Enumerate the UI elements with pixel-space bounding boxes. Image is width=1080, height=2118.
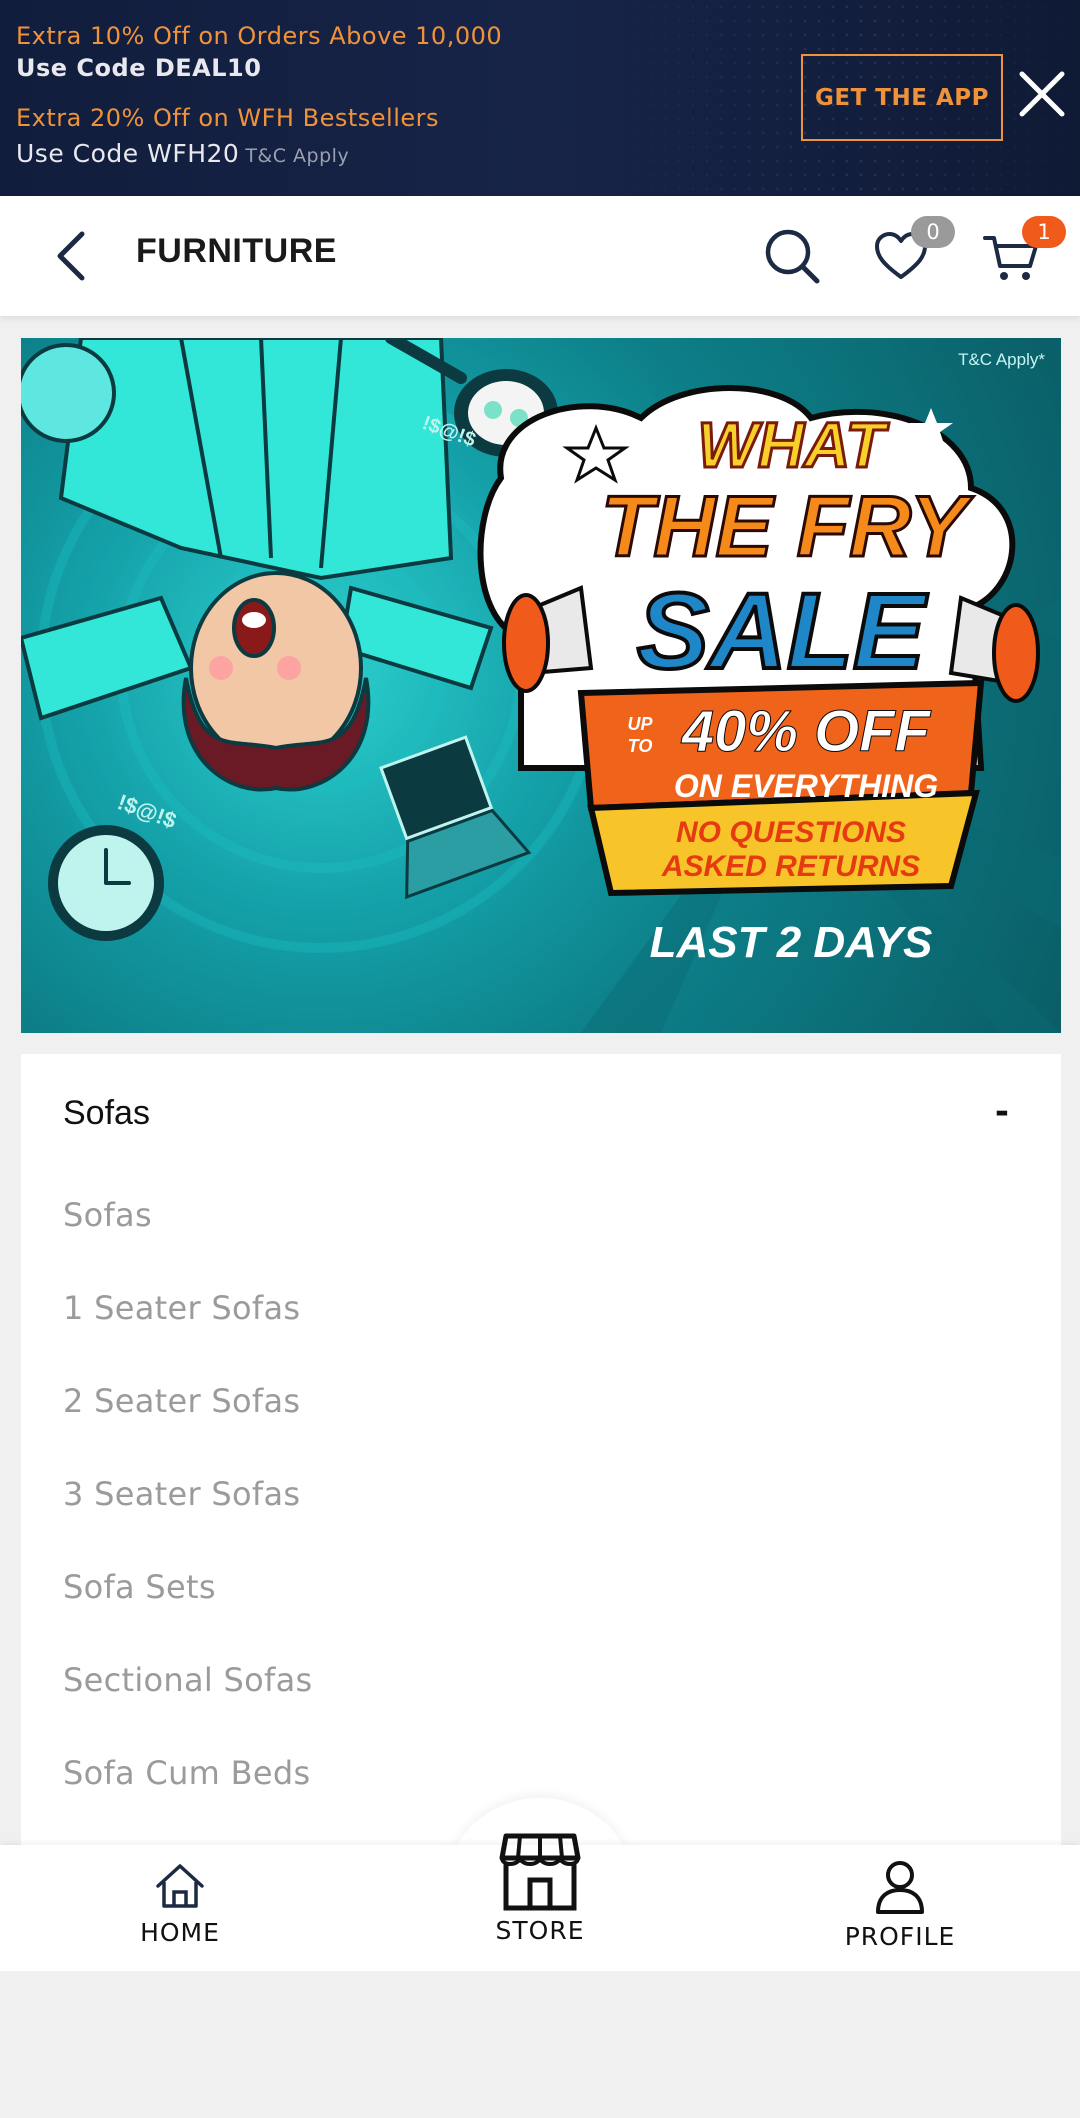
nav-profile-label: PROFILE: [844, 1922, 956, 1951]
promo-offer-1: Extra 10% Off on Orders Above 10,000: [16, 22, 503, 50]
nav-home[interactable]: HOME: [130, 1862, 230, 1947]
profile-icon: [876, 1861, 924, 1914]
promo-offer-2: Extra 20% Off on WFH Bestsellers: [16, 104, 439, 132]
app-header: FURNITURE: [0, 196, 1080, 316]
hero-discount-text: 40% OFF: [681, 699, 931, 765]
hero-tc-text: T&C Apply*: [958, 350, 1045, 369]
category-item[interactable]: 1 Seater Sofas: [63, 1289, 300, 1327]
nav-home-label: HOME: [140, 1918, 220, 1947]
hero-returns-line2: ASKED RETURNS: [661, 850, 921, 883]
sale-hero-banner[interactable]: !$@!$ !$@!$ T&C Apply* WHAT THE FRY SALE…: [21, 338, 1061, 1033]
promo-code-1: Use Code DEAL10: [16, 54, 262, 82]
hero-fry-text: THE FRY: [599, 478, 968, 577]
page-footer-space: [0, 1971, 1080, 2118]
nav-store[interactable]: STORE: [490, 1832, 590, 1945]
promo-banner: Extra 10% Off on Orders Above 10,000 Use…: [0, 0, 1080, 196]
hero-everything-text: ON EVERYTHING: [673, 768, 939, 804]
page-title: FURNITURE: [136, 232, 337, 270]
category-item[interactable]: Sofas: [63, 1196, 152, 1234]
promo-code-2-row: Use Code WFH20 T&C Apply: [16, 139, 349, 168]
category-heading[interactable]: Sofas: [63, 1094, 150, 1133]
category-item[interactable]: Sectional Sofas: [63, 1661, 313, 1699]
close-icon[interactable]: [1014, 66, 1070, 122]
nav-store-label: STORE: [495, 1916, 585, 1945]
get-the-app-button[interactable]: GET THE APP: [801, 54, 1003, 141]
home-icon: [156, 1864, 204, 1908]
collapse-toggle[interactable]: -: [995, 1092, 1009, 1132]
category-item[interactable]: 3 Seater Sofas: [63, 1475, 300, 1513]
hero-last-days-text: LAST 2 DAYS: [649, 918, 933, 967]
nav-profile[interactable]: PROFILE: [840, 1860, 960, 1951]
category-item[interactable]: 2 Seater Sofas: [63, 1382, 300, 1420]
cart-count-badge: 1: [1022, 216, 1066, 248]
promo-code-2: Use Code WFH20: [16, 139, 240, 168]
category-item[interactable]: Sofa Cum Beds: [63, 1754, 310, 1792]
store-icon: [499, 1833, 581, 1911]
promo-tc: T&C Apply: [245, 145, 350, 167]
back-arrow-icon[interactable]: [52, 228, 92, 284]
search-icon[interactable]: [762, 226, 822, 286]
hero-what-text: WHAT: [696, 408, 886, 483]
hero-sale-text: SALE: [635, 568, 927, 693]
hero-returns-line1: NO QUESTIONS: [675, 816, 907, 849]
wishlist-count-badge: 0: [911, 216, 955, 248]
category-item[interactable]: Sofa Sets: [63, 1568, 216, 1606]
